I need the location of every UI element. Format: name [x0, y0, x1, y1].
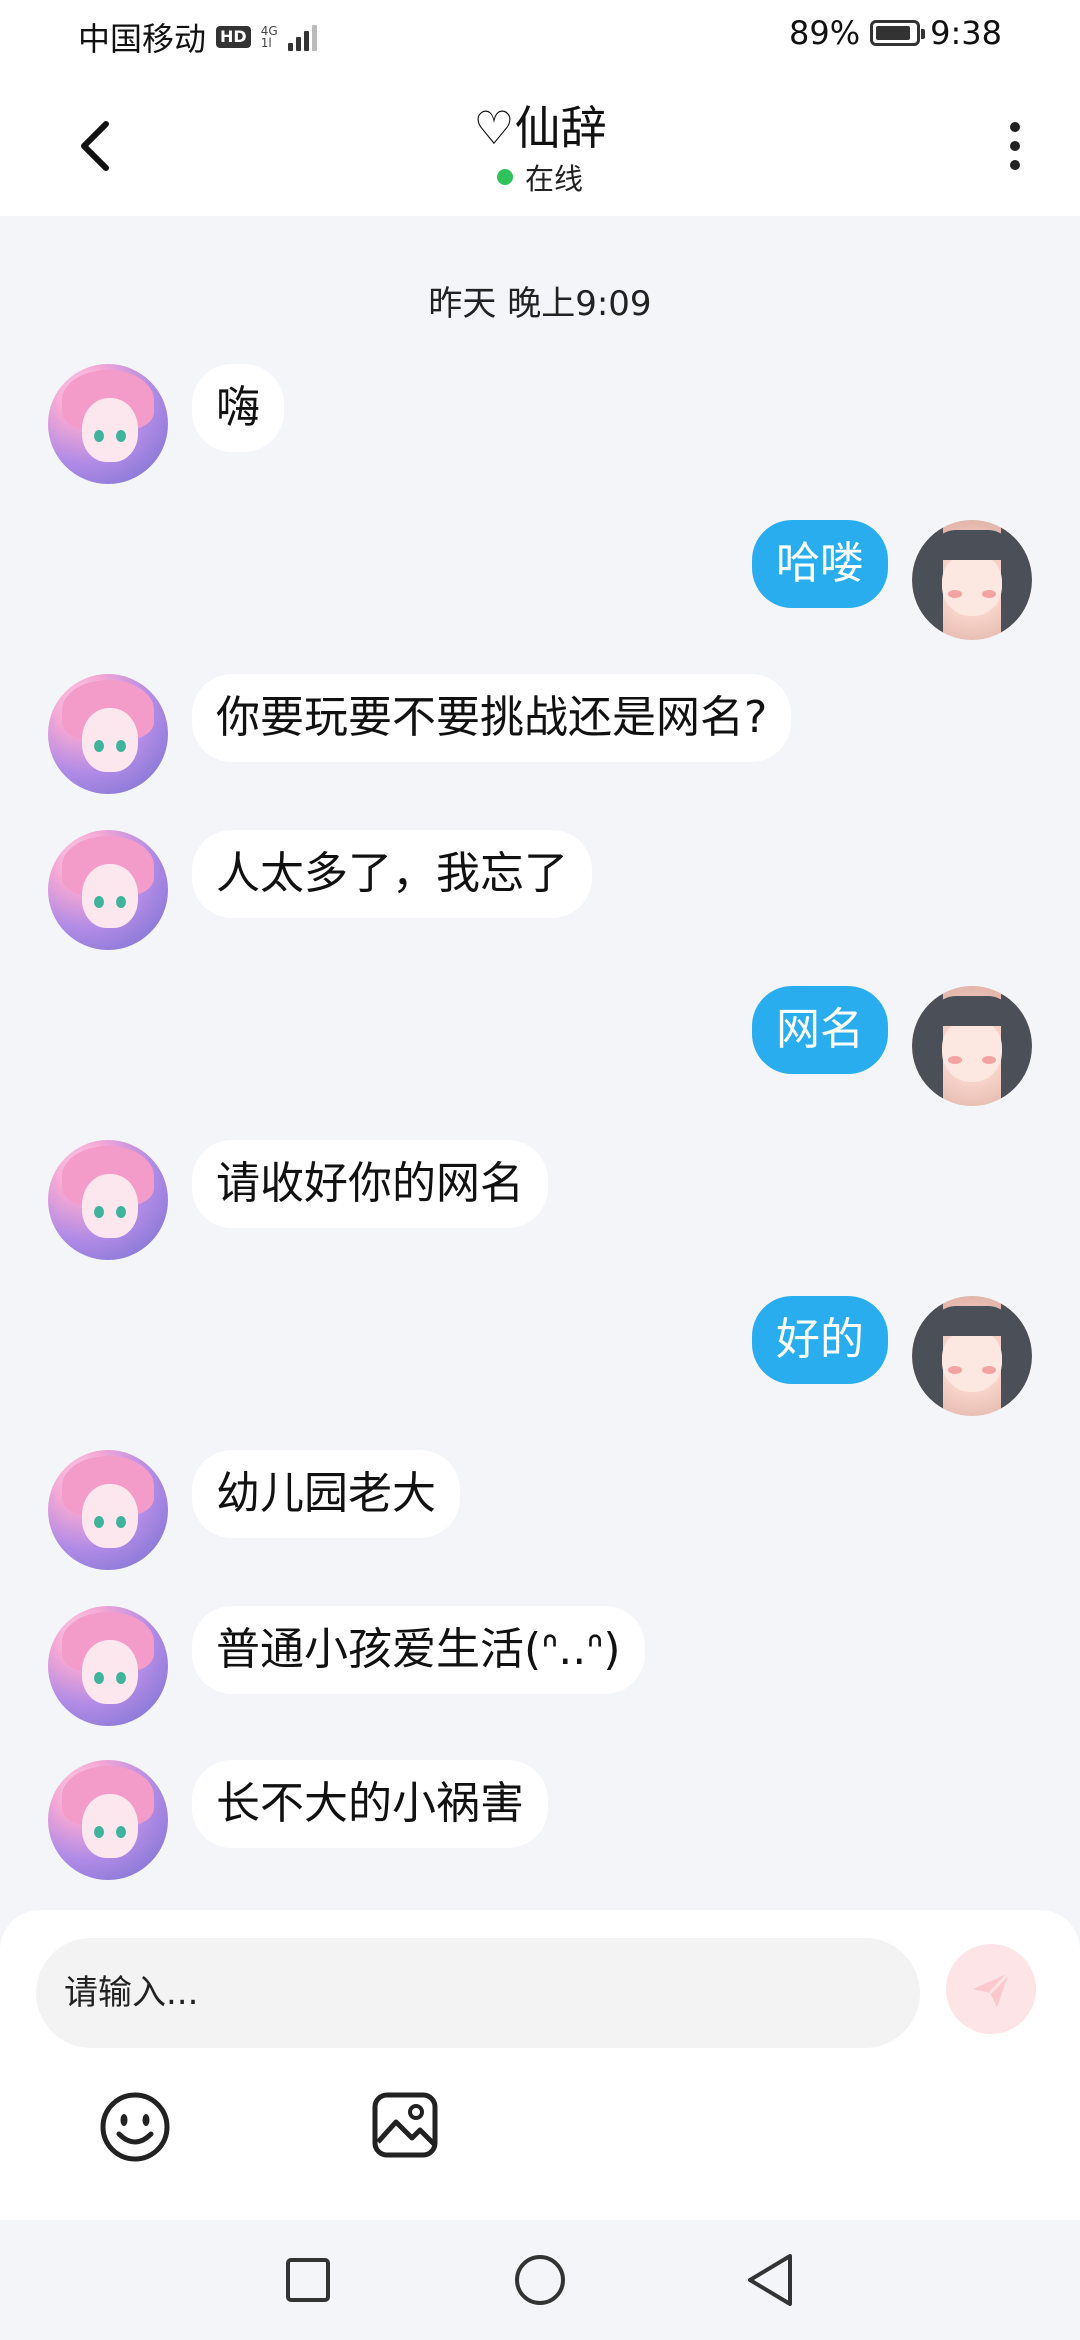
- image-picker-button[interactable]: [370, 2090, 440, 2160]
- message-row-self: 好的: [0, 1296, 1080, 1416]
- network-activity-label: 1l: [260, 36, 272, 50]
- message-row-other: 嗨: [0, 364, 1080, 484]
- self-avatar[interactable]: [912, 520, 1032, 640]
- message-row-other: 幼儿园老大: [0, 1450, 1080, 1570]
- image-icon: [372, 2092, 438, 2158]
- home-button[interactable]: [510, 2250, 570, 2310]
- message-bubble-self[interactable]: 哈喽: [752, 520, 888, 608]
- message-row-other: 人太多了，我忘了: [0, 830, 1080, 950]
- self-avatar[interactable]: [912, 986, 1032, 1106]
- contact-avatar[interactable]: [48, 1606, 168, 1726]
- message-bubble-other[interactable]: 幼儿园老大: [192, 1450, 460, 1538]
- message-input[interactable]: [36, 1938, 920, 2048]
- message-bubble-other[interactable]: 请收好你的网名: [192, 1140, 548, 1228]
- message-row-other: 长不大的小祸害: [0, 1760, 1080, 1880]
- send-button[interactable]: [946, 1944, 1036, 2034]
- hd-badge: HD: [216, 26, 251, 48]
- message-bubble-other[interactable]: 你要玩要不要挑战还是网名?: [192, 674, 792, 762]
- triangle-back-icon: [748, 2254, 792, 2306]
- contact-avatar[interactable]: [48, 1450, 168, 1570]
- contact-avatar[interactable]: [48, 674, 168, 794]
- signal-icon: [287, 23, 317, 51]
- contact-avatar[interactable]: [48, 1140, 168, 1260]
- contact-name: ♡仙辞: [473, 101, 607, 155]
- message-row-other: 普通小孩爱生活(ᐢ..ᐢ): [0, 1606, 1080, 1726]
- message-timestamp: 昨天 晚上9:09: [428, 284, 652, 324]
- presence-label: 在线: [524, 162, 583, 196]
- presence-status: 在线: [0, 156, 1080, 198]
- message-row-other: 你要玩要不要挑战还是网名?: [0, 674, 1080, 794]
- chat-header: ♡仙辞 在线: [0, 72, 1080, 216]
- message-bubble-self[interactable]: 好的: [752, 1296, 888, 1384]
- paper-plane-icon: [973, 1971, 1011, 2007]
- emoji-button[interactable]: [98, 2090, 172, 2164]
- clock: 9:38: [930, 14, 1002, 52]
- carrier-name: 中国移动: [78, 20, 207, 58]
- square-icon: [286, 2258, 330, 2302]
- status-bar: 中国移动 HD 4G 1l 89% 9:38: [0, 0, 1080, 72]
- system-nav-bar: [0, 2220, 1080, 2340]
- more-options-button[interactable]: [990, 110, 1040, 182]
- message-row-other: 请收好你的网名: [0, 1140, 1080, 1260]
- self-avatar[interactable]: [912, 1296, 1032, 1416]
- battery-percentage: 89%: [789, 14, 861, 52]
- network-type: 4G 1l: [261, 25, 278, 49]
- message-bubble-other[interactable]: 人太多了，我忘了: [192, 830, 592, 918]
- battery-fill: [876, 26, 910, 40]
- status-left: 中国移动 HD 4G 1l: [78, 14, 317, 60]
- recent-apps-button[interactable]: [278, 2250, 338, 2310]
- smiley-icon: [100, 2092, 170, 2162]
- more-vertical-icon: [1010, 122, 1020, 132]
- contact-avatar[interactable]: [48, 364, 168, 484]
- online-dot-icon: [496, 169, 513, 185]
- input-panel: [0, 1910, 1080, 2220]
- message-row-self: 网名: [0, 986, 1080, 1106]
- nav-back-button[interactable]: [740, 2250, 800, 2310]
- message-bubble-self[interactable]: 网名: [752, 986, 888, 1074]
- message-row-self: 哈喽: [0, 520, 1080, 640]
- contact-avatar[interactable]: [48, 1760, 168, 1880]
- message-bubble-other[interactable]: 长不大的小祸害: [192, 1760, 548, 1848]
- status-right: 89% 9:38: [789, 14, 1002, 52]
- contact-avatar[interactable]: [48, 830, 168, 950]
- message-bubble-other[interactable]: 普通小孩爱生活(ᐢ..ᐢ): [192, 1606, 645, 1694]
- battery-icon: [870, 20, 926, 46]
- message-bubble-other[interactable]: 嗨: [192, 364, 284, 452]
- circle-icon: [515, 2255, 565, 2305]
